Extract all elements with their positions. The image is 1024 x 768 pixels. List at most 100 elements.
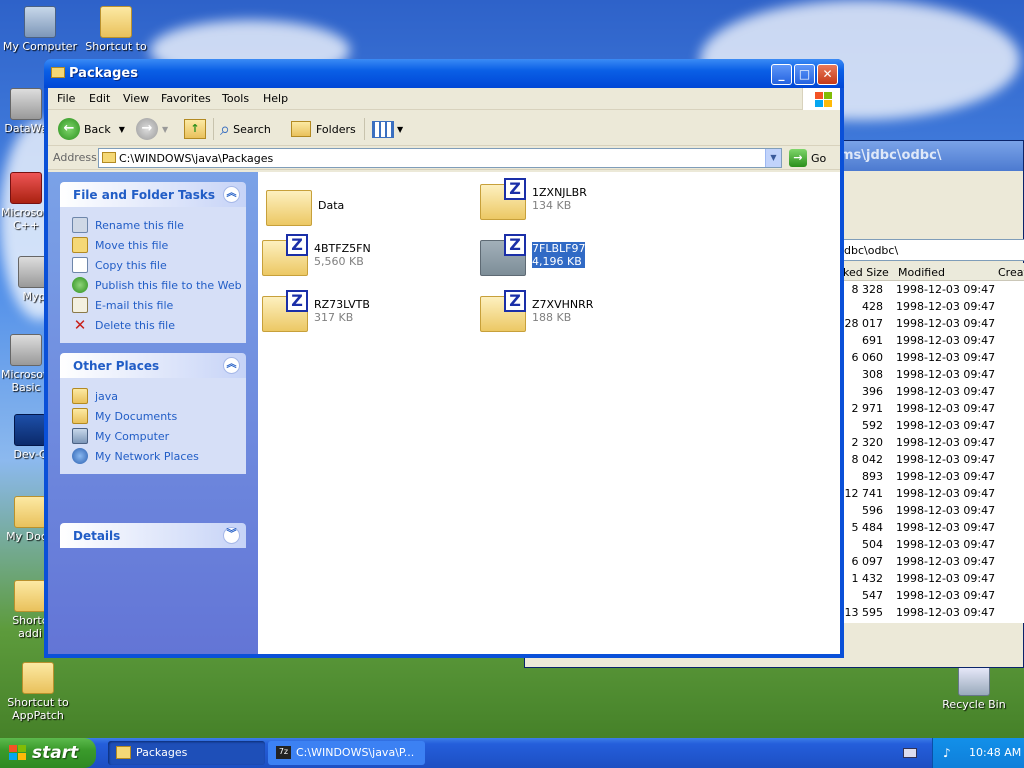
- expand-icon[interactable]: ︾: [223, 527, 240, 544]
- modified-cell: 1998-12-03 09:47: [896, 589, 996, 602]
- basic-icon: [10, 334, 42, 366]
- packed-size-cell: 8 328: [851, 283, 884, 296]
- menu-view[interactable]: View: [123, 92, 149, 105]
- chevron-down-icon[interactable]: ▼: [119, 125, 125, 134]
- packed-size-cell: 2 971: [851, 402, 884, 415]
- menu-file[interactable]: File: [57, 92, 75, 105]
- col-modified[interactable]: Modified: [898, 266, 945, 279]
- views-button[interactable]: ▼: [372, 117, 403, 141]
- menu-help[interactable]: Help: [263, 92, 288, 105]
- documents-icon: [14, 496, 46, 528]
- archive-item[interactable]: Z RZ73LVTB 317 KB: [262, 290, 370, 332]
- search-icon: ⌕: [220, 118, 231, 140]
- task-copy[interactable]: Copy this file: [72, 255, 246, 275]
- desktop-icon-shortcut-apppatch[interactable]: Shortcut to AppPatch: [0, 662, 78, 722]
- maximize-button[interactable]: □: [794, 64, 815, 85]
- computer-icon: [24, 6, 56, 38]
- toolbar-separator: [364, 117, 365, 141]
- volume-icon[interactable]: ♪: [943, 746, 957, 760]
- collapse-icon[interactable]: ︽: [223, 357, 240, 374]
- place-java[interactable]: java: [72, 386, 246, 406]
- chevron-down-icon: ▼: [397, 124, 404, 134]
- task-email[interactable]: E-mail this file: [72, 295, 246, 315]
- details-panel: Details ︾: [60, 523, 246, 548]
- archive-item[interactable]: Z 4BTFZ5FN 5,560 KB: [262, 234, 371, 276]
- go-button[interactable]: → Go: [789, 149, 826, 167]
- place-my-computer[interactable]: My Computer: [72, 426, 246, 446]
- task-rename[interactable]: Rename this file: [72, 215, 246, 235]
- file-folder-tasks-header[interactable]: File and Folder Tasks ︽: [60, 182, 246, 207]
- menu-favorites[interactable]: Favorites: [161, 92, 211, 105]
- zip-archive-icon: Z: [480, 234, 528, 276]
- place-my-documents[interactable]: My Documents: [72, 406, 246, 426]
- packed-size-cell: 691: [862, 334, 883, 347]
- desktop-icon-my-computer[interactable]: My Computer: [0, 6, 80, 53]
- modified-cell: 1998-12-03 09:47: [896, 504, 996, 517]
- col-created[interactable]: Creat: [998, 266, 1024, 279]
- forward-button[interactable]: → ▼: [136, 117, 168, 141]
- clock[interactable]: 10:48 AM: [969, 746, 1021, 759]
- taskbar: start Packages 7z C:\WINDOWS\java\P... ♪…: [0, 738, 1024, 768]
- search-button[interactable]: ⌕ Search: [220, 117, 271, 141]
- zip-archive-icon: Z: [262, 234, 310, 276]
- packed-size-cell: 6 097: [851, 555, 884, 568]
- modified-cell: 1998-12-03 09:47: [896, 368, 996, 381]
- minimize-button[interactable]: _: [771, 64, 792, 85]
- place-network[interactable]: My Network Places: [72, 446, 246, 466]
- keyboard-icon[interactable]: [903, 748, 917, 758]
- modified-cell: 1998-12-03 09:47: [896, 555, 996, 568]
- folders-button[interactable]: Folders: [291, 117, 356, 141]
- menu-tools[interactable]: Tools: [222, 92, 249, 105]
- address-input[interactable]: C:\WINDOWS\java\Packages ▼: [98, 148, 782, 168]
- modified-cell: 1998-12-03 09:47: [896, 606, 996, 619]
- menu-edit[interactable]: Edit: [89, 92, 110, 105]
- go-arrow-icon: →: [789, 149, 807, 167]
- archive-item-selected[interactable]: Z 7FLBLF97 4,196 KB: [480, 234, 586, 276]
- modified-cell: 1998-12-03 09:47: [896, 453, 996, 466]
- task-pane: File and Folder Tasks ︽ Rename this file…: [48, 172, 258, 654]
- modified-cell: 1998-12-03 09:47: [896, 572, 996, 585]
- task-move[interactable]: Move this file: [72, 235, 246, 255]
- 7zip-icon: 7z: [276, 746, 291, 759]
- folder-icon: [116, 746, 131, 759]
- modified-cell: 1998-12-03 09:47: [896, 521, 996, 534]
- folder-icon: [72, 388, 88, 404]
- folder-shortcut-icon: [100, 6, 132, 38]
- file-folder-tasks-panel: File and Folder Tasks ︽ Rename this file…: [60, 182, 246, 343]
- address-label: Address: [53, 151, 97, 164]
- packed-size-cell: 504: [862, 538, 883, 551]
- close-button[interactable]: ✕: [817, 64, 838, 85]
- details-header[interactable]: Details ︾: [60, 523, 246, 548]
- shortcut-icon: [10, 88, 42, 120]
- views-icon: [372, 120, 394, 138]
- modified-cell: 1998-12-03 09:47: [896, 317, 996, 330]
- task-delete[interactable]: ✕ Delete this file: [72, 315, 246, 335]
- file-view[interactable]: Data Z 1ZXNJLBR 134 KB Z 4BTFZ5FN 5,560 KB…: [258, 172, 840, 654]
- packed-size-cell: 396: [862, 385, 883, 398]
- archive-item[interactable]: Z Z7XVHNRR 188 KB: [480, 290, 593, 332]
- up-folder-button[interactable]: ↑: [184, 117, 206, 141]
- taskbar-item-packages[interactable]: Packages: [108, 741, 265, 765]
- folder-icon: [102, 152, 116, 163]
- packed-size-cell: 308: [862, 368, 883, 381]
- copy-icon: [72, 257, 88, 273]
- modified-cell: 1998-12-03 09:47: [896, 351, 996, 364]
- desktop-icon-recycle-bin[interactable]: Recycle Bin: [934, 664, 1014, 711]
- start-button[interactable]: start: [0, 738, 96, 768]
- back-button[interactable]: ← Back ▼: [58, 117, 125, 141]
- col-packed-size[interactable]: ked Size: [843, 266, 889, 279]
- title-bar[interactable]: Packages _ □ ✕: [44, 59, 844, 88]
- packed-size-cell: 28 017: [844, 317, 884, 330]
- desktop-icon-shortcut-assembly[interactable]: Shortcut to assembly: [76, 6, 156, 54]
- other-places-header[interactable]: Other Places ︽: [60, 353, 246, 378]
- task-publish[interactable]: Publish this file to the Web: [72, 275, 246, 295]
- packed-size-cell: 5 484: [851, 521, 884, 534]
- forward-arrow-icon: →: [136, 118, 158, 140]
- archive-item[interactable]: Z 1ZXNJLBR 134 KB: [480, 178, 587, 220]
- collapse-icon[interactable]: ︽: [223, 186, 240, 203]
- address-dropdown[interactable]: ▼: [765, 149, 781, 167]
- taskbar-item-7zip[interactable]: 7z C:\WINDOWS\java\P...: [268, 741, 425, 765]
- explorer-window[interactable]: Packages _ □ ✕ File Edit View Favorites …: [44, 59, 844, 658]
- modified-cell: 1998-12-03 09:47: [896, 487, 996, 500]
- folder-item-data[interactable]: Data: [266, 184, 344, 226]
